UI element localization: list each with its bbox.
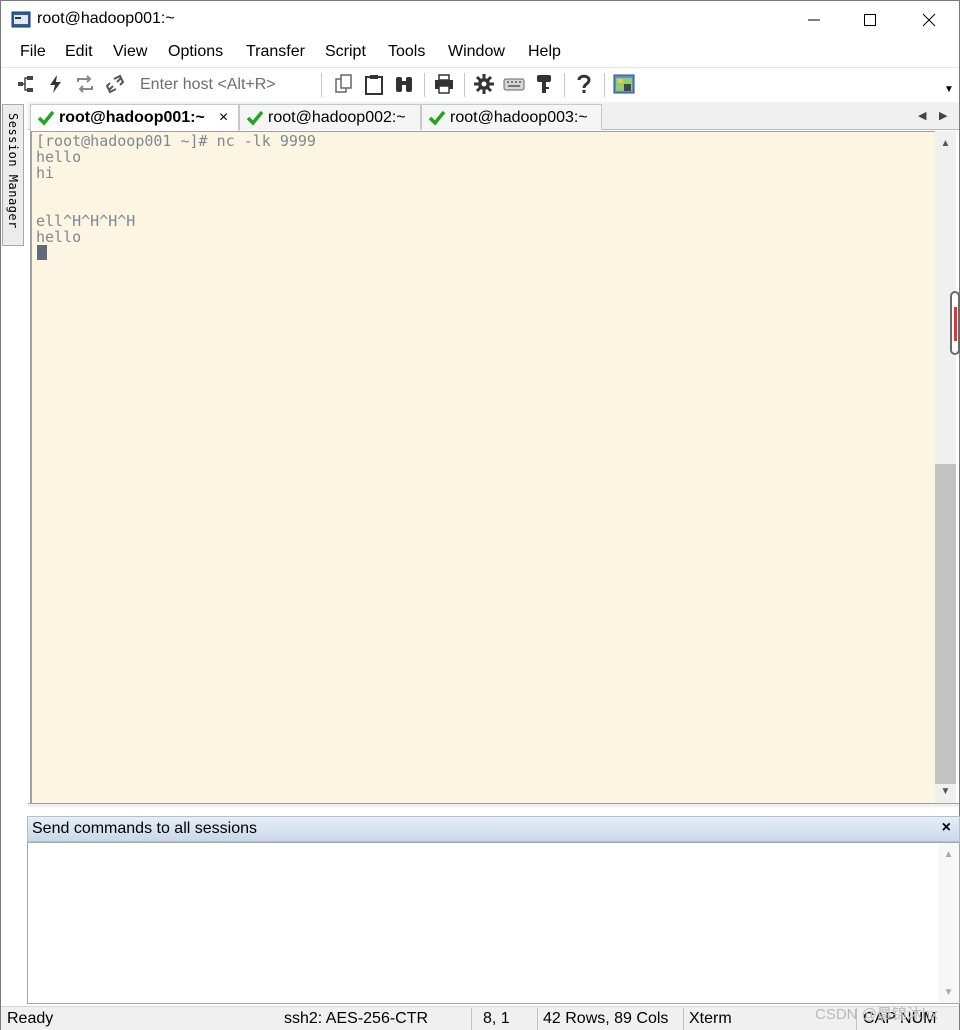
paste-icon[interactable] bbox=[363, 73, 385, 95]
terminal-view[interactable]: [root@hadoop001 ~]# nc -lk 9999 hello hi… bbox=[30, 131, 935, 803]
scroll-down-icon[interactable]: ▼ bbox=[935, 781, 956, 801]
command-window-header: Send commands to all sessions × bbox=[27, 816, 960, 842]
menu-window[interactable]: Window bbox=[448, 43, 505, 61]
tab-label: root@hadoop001:~ bbox=[59, 109, 205, 126]
terminal-line: hi bbox=[36, 164, 55, 182]
toolbar-separator bbox=[604, 73, 605, 97]
status-text: Ready bbox=[7, 1010, 54, 1027]
session-manager-tab[interactable]: Session Manager bbox=[2, 104, 24, 246]
quick-connect-icon[interactable] bbox=[45, 73, 67, 95]
command-window: ▲ ▼ bbox=[27, 842, 960, 1004]
status-separator bbox=[537, 1008, 538, 1030]
tab-close-icon[interactable]: × bbox=[219, 109, 228, 127]
copy-icon[interactable] bbox=[333, 73, 355, 95]
connected-check-icon bbox=[37, 110, 55, 126]
toolbar-overflow-chevron-icon[interactable]: ▼ bbox=[944, 84, 954, 95]
status-separator bbox=[471, 1008, 472, 1030]
toolbar-separator bbox=[464, 73, 465, 97]
key-icon[interactable] bbox=[533, 73, 555, 95]
toolbar: ▼ bbox=[1, 67, 959, 101]
menu-edit[interactable]: Edit bbox=[65, 43, 93, 61]
title-bar: root@hadoop001:~ bbox=[1, 1, 959, 39]
settings-gear-icon[interactable] bbox=[473, 73, 495, 95]
toolbar-separator bbox=[321, 73, 322, 97]
toolbar-separator bbox=[424, 73, 425, 97]
app-icon bbox=[11, 11, 31, 28]
toolbar-separator bbox=[564, 73, 565, 97]
command-scrollbar[interactable]: ▲ ▼ bbox=[938, 843, 959, 1003]
tab-scroll-left-icon[interactable]: ◀ bbox=[918, 109, 926, 122]
menu-bar: File Edit View Options Transfer Script T… bbox=[1, 39, 959, 67]
tab-label: root@hadoop003:~ bbox=[450, 108, 588, 126]
connected-check-icon bbox=[428, 110, 446, 126]
menu-help[interactable]: Help bbox=[528, 43, 561, 61]
window-title: root@hadoop001:~ bbox=[37, 10, 175, 27]
scroll-position-marker bbox=[950, 291, 960, 355]
securecrt-window: root@hadoop001:~ File Edit View Options … bbox=[0, 0, 960, 1030]
scrollbar-thumb[interactable] bbox=[935, 464, 956, 784]
maximize-icon bbox=[864, 14, 876, 26]
scroll-up-icon[interactable]: ▲ bbox=[938, 845, 959, 863]
enter-host-input[interactable] bbox=[134, 73, 314, 97]
menu-options[interactable]: Options bbox=[168, 43, 223, 61]
sftp-icon[interactable] bbox=[613, 73, 635, 95]
scroll-down-icon[interactable]: ▼ bbox=[938, 983, 959, 1001]
session-tabs: root@hadoop001:~ × root@hadoop002:~ root… bbox=[28, 102, 959, 131]
status-separator bbox=[683, 1008, 684, 1030]
print-icon[interactable] bbox=[433, 73, 455, 95]
tab-hadoop002[interactable]: root@hadoop002:~ bbox=[239, 104, 421, 130]
tab-scroll-right-icon[interactable]: ▶ bbox=[939, 109, 947, 122]
terminal-scrollbar[interactable]: ▲ ▼ bbox=[935, 131, 956, 803]
terminal-type: Xterm bbox=[689, 1010, 732, 1027]
terminal-line: hello bbox=[36, 228, 82, 246]
menu-transfer[interactable]: Transfer bbox=[246, 43, 305, 61]
maximize-button[interactable] bbox=[847, 1, 893, 39]
cursor-position: 8, 1 bbox=[483, 1010, 510, 1027]
tab-label: root@hadoop002:~ bbox=[268, 108, 406, 126]
find-binoculars-icon[interactable] bbox=[393, 73, 415, 95]
watermark: CSDN @晨锦沐hx bbox=[815, 1006, 938, 1023]
command-input[interactable] bbox=[28, 843, 938, 1003]
help-question-icon[interactable] bbox=[573, 73, 595, 95]
minimize-icon bbox=[808, 19, 820, 21]
disconnect-icon[interactable] bbox=[104, 73, 126, 95]
terminal-size: 42 Rows, 89 Cols bbox=[543, 1010, 669, 1027]
minimize-button[interactable] bbox=[791, 1, 837, 39]
terminal-cursor bbox=[37, 245, 47, 260]
reconnect-icon[interactable] bbox=[74, 73, 96, 95]
connected-check-icon bbox=[246, 110, 264, 126]
terminal-bottom-border bbox=[28, 803, 959, 807]
command-window-close-icon[interactable]: × bbox=[942, 819, 951, 837]
scroll-up-icon[interactable]: ▲ bbox=[935, 133, 956, 153]
menu-script[interactable]: Script bbox=[325, 43, 366, 61]
keymap-keyboard-icon[interactable] bbox=[503, 73, 525, 95]
menu-view[interactable]: View bbox=[113, 43, 147, 61]
connect-icon[interactable] bbox=[15, 73, 37, 95]
tab-hadoop003[interactable]: root@hadoop003:~ bbox=[421, 104, 602, 130]
close-window-button[interactable] bbox=[906, 1, 952, 39]
menu-tools[interactable]: Tools bbox=[388, 43, 425, 61]
cipher-info: ssh2: AES-256-CTR bbox=[284, 1010, 429, 1027]
menu-file[interactable]: File bbox=[20, 43, 46, 61]
session-manager-label: Session Manager bbox=[6, 113, 20, 229]
close-icon bbox=[922, 13, 936, 27]
command-window-title: Send commands to all sessions bbox=[32, 820, 257, 837]
tab-hadoop001[interactable]: root@hadoop001:~ × bbox=[30, 104, 239, 131]
